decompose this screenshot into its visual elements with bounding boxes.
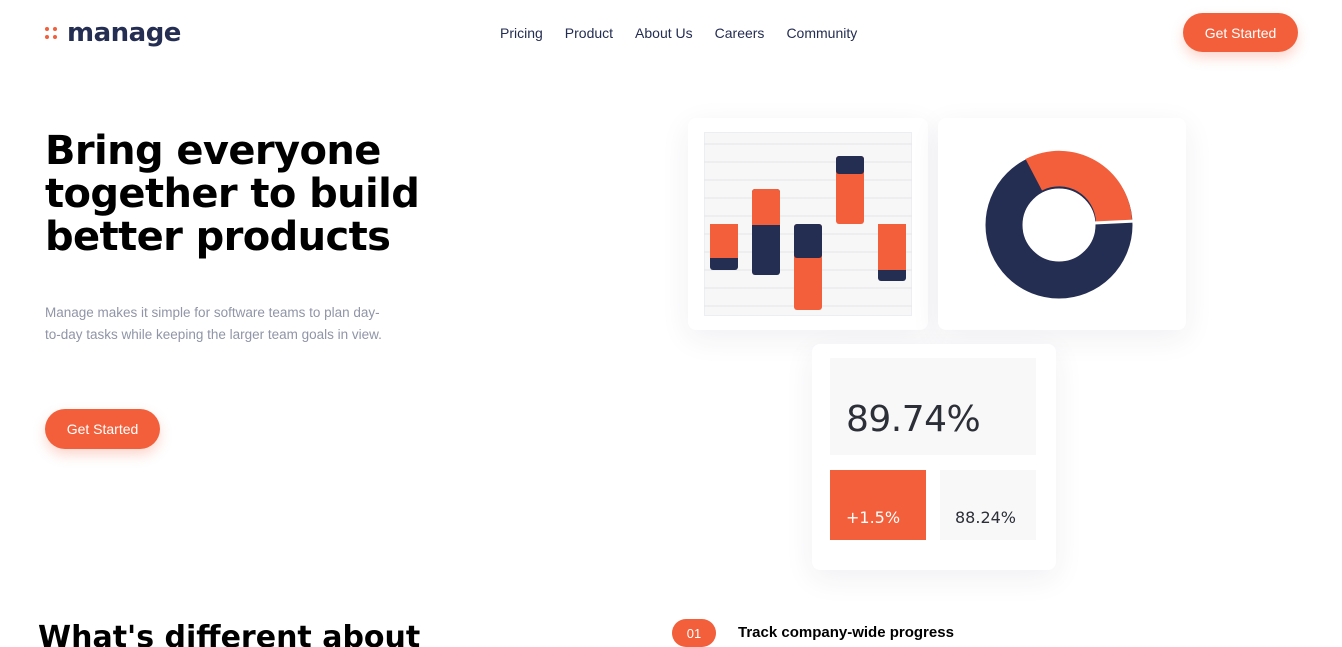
nav-link-product[interactable]: Product: [565, 24, 613, 42]
hero-title: Bring everyone together to build better …: [45, 128, 420, 260]
header-get-started-button[interactable]: Get Started: [1183, 13, 1298, 52]
feature-item: 01 Track company-wide progress: [672, 619, 954, 647]
nav-link-community[interactable]: Community: [786, 24, 857, 42]
logo-mark-icon: [45, 26, 59, 40]
nav-link-careers[interactable]: Careers: [715, 24, 765, 42]
hero-description: Manage makes it simple for software team…: [45, 305, 382, 342]
bar-chart-graphic: [704, 143, 912, 310]
donut-chart-graphic: [985, 150, 1137, 299]
features-section-title: What's different about: [38, 620, 421, 647]
feature-title: Track company-wide progress: [738, 624, 954, 641]
feature-number-badge: 01: [672, 619, 716, 647]
logo[interactable]: manage: [45, 18, 181, 48]
stat-change-value: +1.5%: [846, 508, 901, 527]
logo-text: manage: [67, 18, 181, 48]
stat-secondary-value: 88.24%: [955, 508, 1017, 527]
stat-main-value: 89.74%: [846, 399, 981, 440]
stat-change-panel: [830, 470, 926, 540]
nav-link-about-us[interactable]: About Us: [635, 24, 693, 42]
nav-link-pricing[interactable]: Pricing: [500, 24, 543, 42]
stat-secondary-panel: [940, 470, 1036, 540]
main-nav: Pricing Product About Us Careers Communi…: [500, 24, 857, 42]
hero-get-started-button[interactable]: Get Started: [45, 409, 160, 449]
